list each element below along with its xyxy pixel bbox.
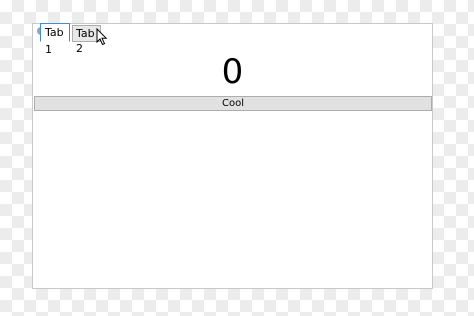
arrow-cursor-icon [96,28,108,46]
tab-1[interactable]: Tab 1 [40,23,70,56]
counter-value: 0 [221,52,244,92]
cool-button[interactable]: Cool [34,96,432,111]
